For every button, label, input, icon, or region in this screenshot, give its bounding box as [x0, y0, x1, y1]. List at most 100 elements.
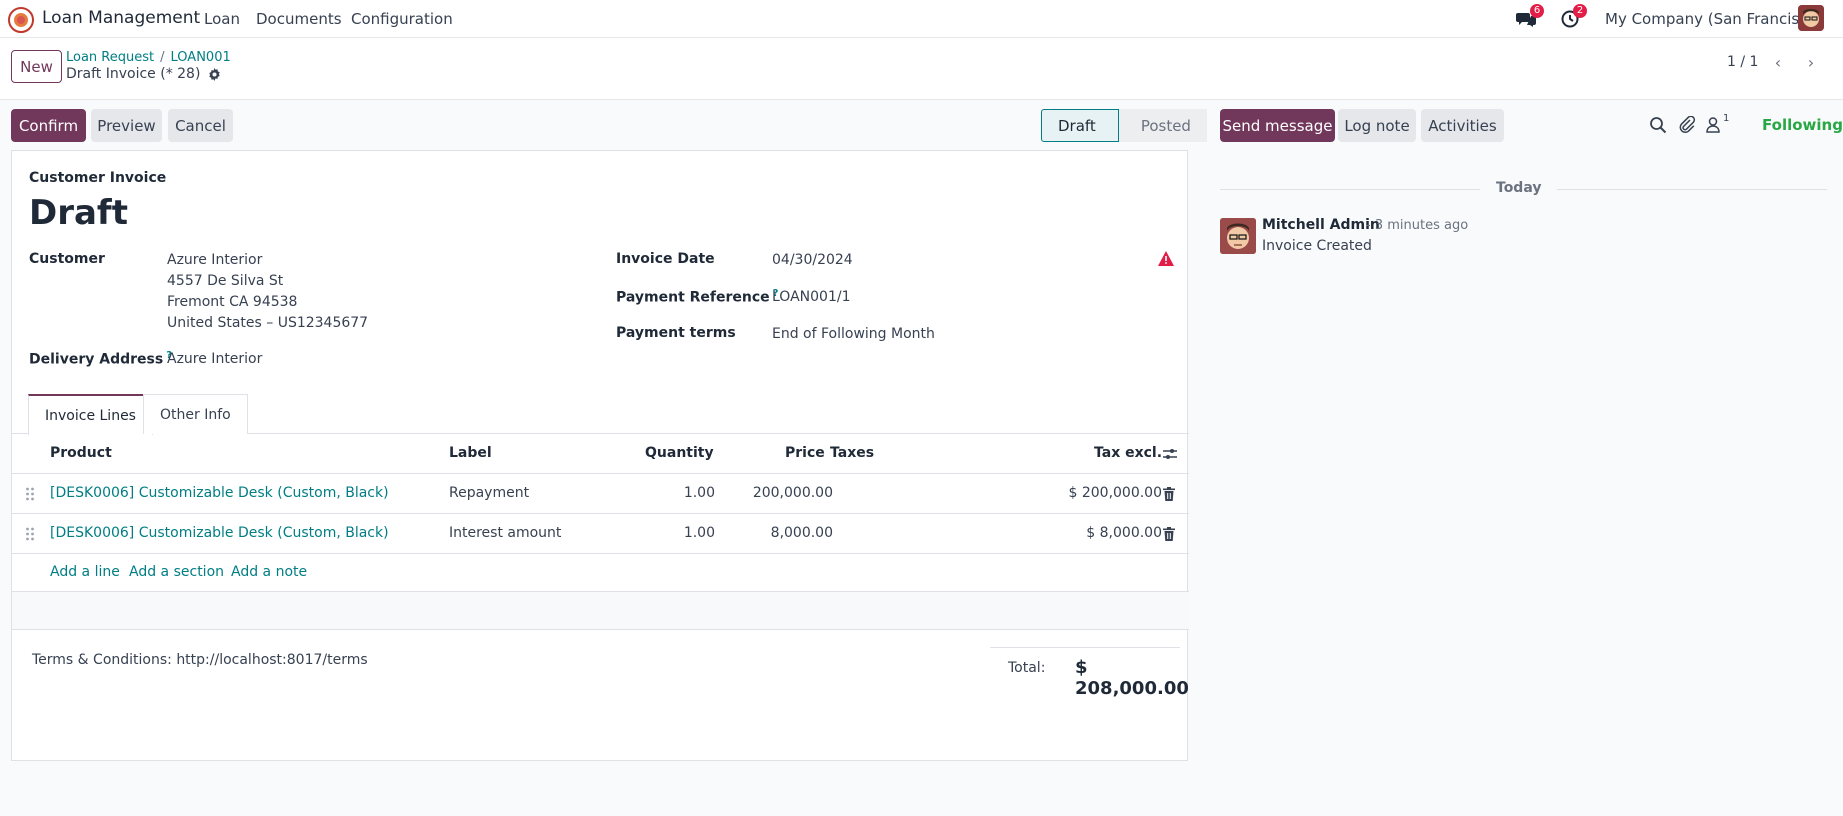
- confirm-button[interactable]: Confirm: [11, 109, 86, 142]
- add-section-link[interactable]: Add a section: [129, 564, 224, 580]
- paperclip-icon[interactable]: [1678, 116, 1696, 134]
- warning-icon: [1158, 251, 1174, 266]
- followers-count: 1: [1723, 113, 1730, 124]
- cancel-button[interactable]: Cancel: [168, 109, 233, 142]
- log-note-button[interactable]: Log note: [1338, 109, 1416, 142]
- user-avatar[interactable]: [1798, 5, 1824, 31]
- activities-button[interactable]: Activities: [1421, 109, 1504, 142]
- customer-label: Customer: [29, 251, 105, 267]
- activities-button[interactable]: 2: [1561, 4, 1587, 28]
- status-draft[interactable]: Draft: [1041, 109, 1119, 142]
- row-product[interactable]: [DESK0006] Customizable Desk (Custom, Bl…: [50, 485, 389, 501]
- user-avatar-icon: [1220, 218, 1256, 254]
- breadcrumb-loan-request[interactable]: Loan Request: [66, 50, 154, 65]
- drag-handle-icon[interactable]: [25, 526, 35, 542]
- customer-country: United States – US12345677: [167, 315, 369, 331]
- row-price[interactable]: 8,000.00: [712, 525, 833, 541]
- add-note-link[interactable]: Add a note: [231, 564, 307, 580]
- app-name[interactable]: Loan Management: [42, 8, 200, 28]
- header-quantity[interactable]: Quantity: [645, 445, 714, 461]
- trash-icon[interactable]: [1163, 527, 1175, 541]
- total-label: Total:: [1008, 660, 1046, 676]
- gear-icon[interactable]: [208, 67, 221, 81]
- app-logo-icon[interactable]: [8, 7, 34, 33]
- add-line-links: Add a line Add a section Add a note: [12, 554, 1189, 592]
- invoice-title: Draft: [29, 193, 128, 233]
- status-posted[interactable]: Posted: [1118, 109, 1207, 142]
- user-avatar-icon: [1798, 5, 1824, 31]
- breadcrumb-loan001[interactable]: LOAN001: [171, 50, 231, 65]
- header-label[interactable]: Label: [449, 445, 492, 461]
- payment-terms-label: Payment terms: [616, 325, 736, 341]
- payment-reference-field[interactable]: LOAN001/1: [772, 289, 850, 305]
- table-header: Product Label Quantity Price Taxes Tax e…: [12, 434, 1189, 474]
- invoice-date-label: Invoice Date: [616, 251, 715, 267]
- row-label[interactable]: Interest amount: [449, 525, 561, 541]
- company-switcher[interactable]: My Company (San Francisco): [1605, 10, 1822, 28]
- drag-handle-icon[interactable]: [25, 486, 35, 502]
- table-row[interactable]: [DESK0006] Customizable Desk (Custom, Bl…: [12, 514, 1189, 554]
- header-tax-excl[interactable]: Tax excl.: [1094, 445, 1162, 461]
- followers-button[interactable]: 1: [1706, 113, 1736, 135]
- table-row[interactable]: [DESK0006] Customizable Desk (Custom, Bl…: [12, 474, 1189, 514]
- notebook-tabs: Invoice Lines Other Info: [12, 394, 1189, 435]
- pager-previous-button[interactable]: ‹: [1763, 50, 1793, 74]
- total-amount: $ 208,000.00: [1075, 657, 1189, 699]
- row-quantity[interactable]: 1.00: [672, 525, 715, 541]
- invoice-date-field[interactable]: 04/30/2024: [772, 252, 853, 268]
- control-panel: New Loan Request / LOAN001 Draft Invoice (…: [0, 38, 1843, 100]
- breadcrumb-separator: /: [160, 50, 165, 65]
- tab-invoice-lines[interactable]: Invoice Lines: [28, 394, 153, 435]
- payment-reference-label-text: Payment Reference: [616, 289, 770, 306]
- row-quantity[interactable]: 1.00: [672, 485, 715, 501]
- customer-name[interactable]: Azure Interior: [167, 252, 262, 268]
- today-label: Today: [1480, 180, 1558, 196]
- message-author[interactable]: Mitchell Admin: [1262, 217, 1380, 233]
- current-record-name: Draft Invoice (* 28): [66, 66, 201, 82]
- user-icon: [1706, 117, 1720, 133]
- send-message-button[interactable]: Send message: [1220, 109, 1335, 142]
- row-price[interactable]: 200,000.00: [712, 485, 833, 501]
- top-navbar: Loan Management Loan Documents Configura…: [0, 0, 1843, 38]
- status-bar: Draft Posted: [1041, 109, 1207, 142]
- row-label[interactable]: Repayment: [449, 485, 529, 501]
- delivery-address-label: Delivery Address?: [29, 350, 172, 368]
- search-icon[interactable]: [1649, 116, 1667, 134]
- table-empty-row: [12, 592, 1189, 630]
- row-subtotal: $ 8,000.00: [1086, 525, 1162, 541]
- header-price[interactable]: Price: [785, 445, 825, 461]
- add-line-link[interactable]: Add a line: [50, 564, 120, 580]
- pager-value[interactable]: 1 / 1: [1727, 54, 1758, 70]
- chevron-right-icon: ›: [1807, 52, 1815, 72]
- message-time: - 3 minutes ago: [1366, 218, 1469, 233]
- terms-conditions[interactable]: Terms & Conditions: http://localhost:801…: [32, 652, 368, 668]
- delivery-address-value[interactable]: Azure Interior: [167, 351, 262, 367]
- activities-badge: 2: [1573, 4, 1587, 18]
- header-product[interactable]: Product: [50, 445, 112, 461]
- message-body: Invoice Created: [1262, 238, 1372, 254]
- breadcrumb-current: Draft Invoice (* 28): [66, 66, 221, 82]
- trash-icon[interactable]: [1163, 487, 1175, 501]
- new-button[interactable]: New: [11, 50, 62, 83]
- menu-configuration[interactable]: Configuration: [351, 10, 453, 28]
- column-settings-icon[interactable]: [1163, 447, 1177, 461]
- customer-street: 4557 De Silva St: [167, 273, 284, 289]
- pager-next-button[interactable]: ›: [1796, 50, 1826, 74]
- customer-city: Fremont CA 94538: [167, 294, 298, 310]
- following-button[interactable]: Following: [1762, 116, 1843, 134]
- messages-badge: 6: [1530, 4, 1544, 18]
- menu-loan[interactable]: Loan: [204, 10, 240, 28]
- payment-terms-field[interactable]: End of Following Month: [772, 326, 935, 342]
- menu-documents[interactable]: Documents: [256, 10, 342, 28]
- breadcrumb: Loan Request / LOAN001: [66, 50, 231, 65]
- form-sheet: Customer Invoice Draft Customer Azure In…: [11, 150, 1189, 761]
- header-taxes[interactable]: Taxes: [830, 445, 874, 461]
- payment-reference-label: Payment Reference?: [616, 288, 778, 306]
- message-avatar[interactable]: [1220, 218, 1256, 254]
- preview-button[interactable]: Preview: [91, 109, 162, 142]
- messages-button[interactable]: 6: [1516, 4, 1544, 28]
- tab-other-info[interactable]: Other Info: [143, 394, 248, 434]
- row-subtotal: $ 200,000.00: [1068, 485, 1162, 501]
- row-product[interactable]: [DESK0006] Customizable Desk (Custom, Bl…: [50, 525, 389, 541]
- chevron-left-icon: ‹: [1774, 52, 1782, 72]
